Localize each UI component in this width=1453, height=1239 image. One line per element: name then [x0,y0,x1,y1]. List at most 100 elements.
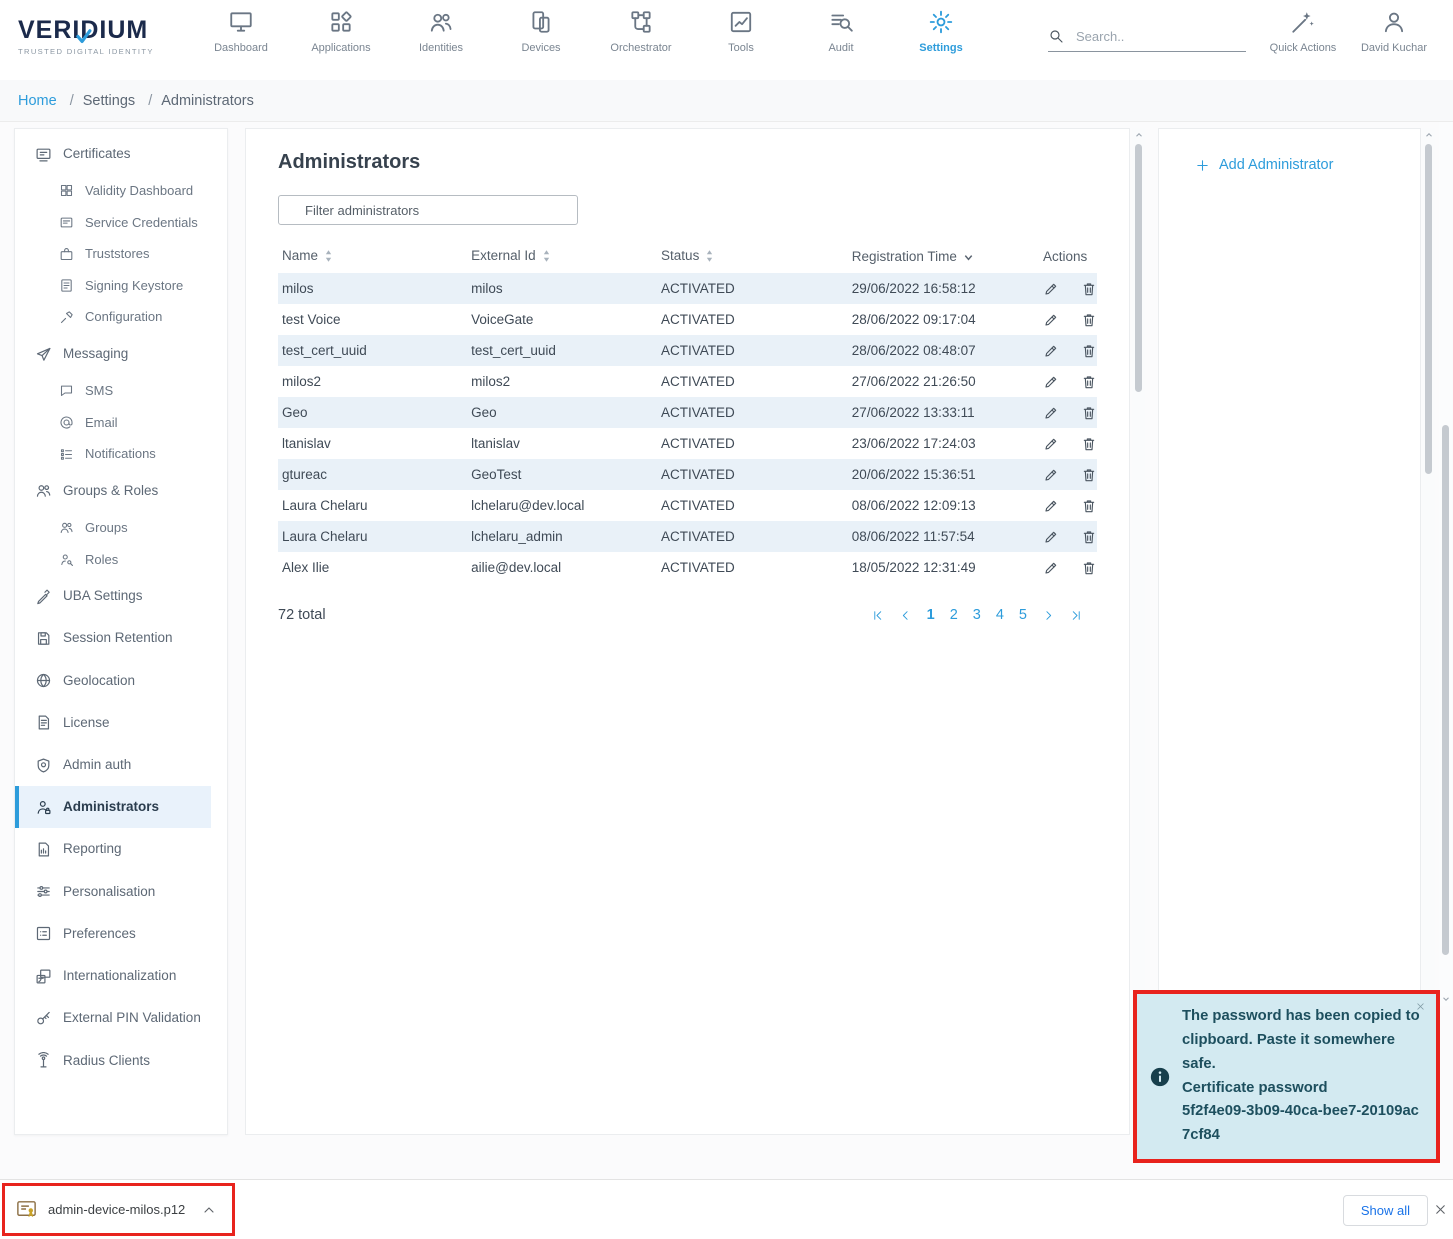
settings-icon [928,9,954,35]
sidebar-item-notifications[interactable]: Notifications [15,438,211,470]
scroll-down-icon[interactable] [1439,992,1452,1006]
sidebar-item-license[interactable]: License [15,702,211,744]
table-row[interactable]: Laura Chelaru lchelaru_admin ACTIVATED 0… [278,521,1097,552]
nav-item-devices[interactable]: Devices [491,9,591,54]
delete-icon[interactable] [1081,467,1097,483]
delete-icon[interactable] [1081,436,1097,452]
table-row[interactable]: Alex Ilie ailie@dev.local ACTIVATED 18/0… [278,552,1097,583]
download-item[interactable]: admin-device-milos.p12 [2,1183,235,1236]
table-row[interactable]: test_cert_uuid test_cert_uuid ACTIVATED … [278,335,1097,366]
sidebar-item-preferences[interactable]: Preferences [15,913,211,955]
delete-icon[interactable] [1081,374,1097,390]
delete-icon[interactable] [1081,281,1097,297]
sidebar-item-truststores[interactable]: Truststores [15,238,211,270]
column-header-registration-time[interactable]: Registration Time [848,239,1039,273]
table-row[interactable]: gtureac GeoTest ACTIVATED 20/06/2022 15:… [278,459,1097,490]
table-row[interactable]: test Voice VoiceGate ACTIVATED 28/06/202… [278,304,1097,335]
delete-icon[interactable] [1081,312,1097,328]
delete-icon[interactable] [1081,560,1097,576]
page-scrollbar[interactable] [1422,128,1435,1135]
quick-actions-button[interactable]: Quick Actions [1260,9,1346,54]
last-page-icon[interactable] [1070,609,1083,622]
nav-item-orchestrator[interactable]: Orchestrator [591,9,691,54]
nav-item-audit[interactable]: Audit [791,9,891,54]
page-5[interactable]: 5 [1019,607,1027,623]
scroll-up-icon[interactable] [1132,128,1145,142]
nav-item-settings[interactable]: Settings [891,9,991,54]
column-header-actions[interactable]: Actions [1039,239,1097,273]
edit-icon[interactable] [1043,498,1059,514]
sidebar-item-groups-roles[interactable]: Groups & Roles [15,470,211,512]
uba-settings-icon [35,588,52,605]
edit-icon[interactable] [1043,281,1059,297]
sidebar-item-administrators[interactable]: Administrators [15,786,211,828]
sidebar-item-reporting[interactable]: Reporting [15,828,211,870]
edit-icon[interactable] [1043,467,1059,483]
page-2[interactable]: 2 [950,607,958,623]
sidebar-item-personalisation[interactable]: Personalisation [15,871,211,913]
delete-icon[interactable] [1081,498,1097,514]
sidebar-scrollbar[interactable] [1439,1,1452,1006]
chevron-up-icon[interactable] [201,1202,217,1218]
table-row[interactable]: milos2 milos2 ACTIVATED 27/06/2022 21:26… [278,366,1097,397]
sidebar-item-external-pin-validation[interactable]: External PIN Validation [15,997,211,1039]
sidebar-item-geolocation[interactable]: Geolocation [15,660,211,702]
add-administrator-button[interactable]: Add Administrator [1159,129,1420,173]
main-scrollbar[interactable] [1132,128,1145,1135]
edit-icon[interactable] [1043,312,1059,328]
table-row[interactable]: Laura Chelaru lchelaru@dev.local ACTIVAT… [278,490,1097,521]
previous-page-icon[interactable] [899,609,912,622]
delete-icon[interactable] [1081,343,1097,359]
filter-administrators-input[interactable] [278,195,578,225]
page-3[interactable]: 3 [973,607,981,623]
scroll-up-icon[interactable] [1422,128,1435,142]
column-header-external-id[interactable]: External Id [467,239,657,273]
nav-item-tools[interactable]: Tools [691,9,791,54]
sidebar-item-certificates[interactable]: Certificates [15,133,211,175]
table-row[interactable]: Geo Geo ACTIVATED 27/06/2022 13:33:11 [278,397,1097,428]
edit-icon[interactable] [1043,436,1059,452]
first-page-icon[interactable] [871,609,884,622]
page-4[interactable]: 4 [996,607,1004,623]
sidebar-item-internationalization[interactable]: Internationalization [15,955,211,997]
sidebar-scrollbar-thumb[interactable] [1442,425,1449,955]
sidebar-item-configuration[interactable]: Configuration [15,301,211,333]
sidebar-item-admin-auth[interactable]: Admin auth [15,744,211,786]
page-1[interactable]: 1 [927,607,935,623]
edit-icon[interactable] [1043,374,1059,390]
sidebar-item-messaging[interactable]: Messaging [15,333,211,375]
sidebar-item-signing-keystore[interactable]: Signing Keystore [15,270,211,302]
sidebar-item-validity-dashboard[interactable]: Validity Dashboard [15,175,211,207]
table-row[interactable]: ltanislav ltanislav ACTIVATED 23/06/2022… [278,428,1097,459]
toast-close-icon[interactable] [1415,1001,1426,1012]
column-header-status[interactable]: Status [657,239,848,273]
edit-icon[interactable] [1043,343,1059,359]
nav-item-applications[interactable]: Applications [291,9,391,54]
cell-status: ACTIVATED [657,273,848,304]
sidebar-item-uba-settings[interactable]: UBA Settings [15,575,211,617]
delete-icon[interactable] [1081,529,1097,545]
edit-icon[interactable] [1043,560,1059,576]
sidebar-item-sms[interactable]: SMS [15,375,211,407]
page-scrollbar-thumb[interactable] [1425,144,1432,474]
delete-icon[interactable] [1081,405,1097,421]
veridium-logo[interactable]: VERIDIUM TRUSTED DIGITAL IDENTITY [18,16,154,56]
nav-item-identities[interactable]: Identities [391,9,491,54]
edit-icon[interactable] [1043,529,1059,545]
table-row[interactable]: milos milos ACTIVATED 29/06/2022 16:58:1… [278,273,1097,304]
next-page-icon[interactable] [1042,609,1055,622]
sidebar-item-email[interactable]: Email [15,407,211,439]
column-header-name[interactable]: Name [278,239,467,273]
show-all-button[interactable]: Show all [1343,1195,1428,1226]
sidebar-item-groups[interactable]: Groups [15,512,211,544]
sidebar-item-session-retention[interactable]: Session Retention [15,617,211,659]
sidebar-item-service-credentials[interactable]: Service Credentials [15,207,211,239]
edit-icon[interactable] [1043,405,1059,421]
sidebar-item-roles[interactable]: Roles [15,544,211,576]
search-input[interactable] [1076,29,1252,44]
download-bar-close-icon[interactable] [1433,1202,1448,1217]
nav-item-dashboard[interactable]: Dashboard [191,9,291,54]
main-scrollbar-thumb[interactable] [1135,144,1142,392]
user-menu[interactable]: David Kuchar [1351,9,1437,54]
sidebar-item-radius-clients[interactable]: Radius Clients [15,1040,211,1082]
